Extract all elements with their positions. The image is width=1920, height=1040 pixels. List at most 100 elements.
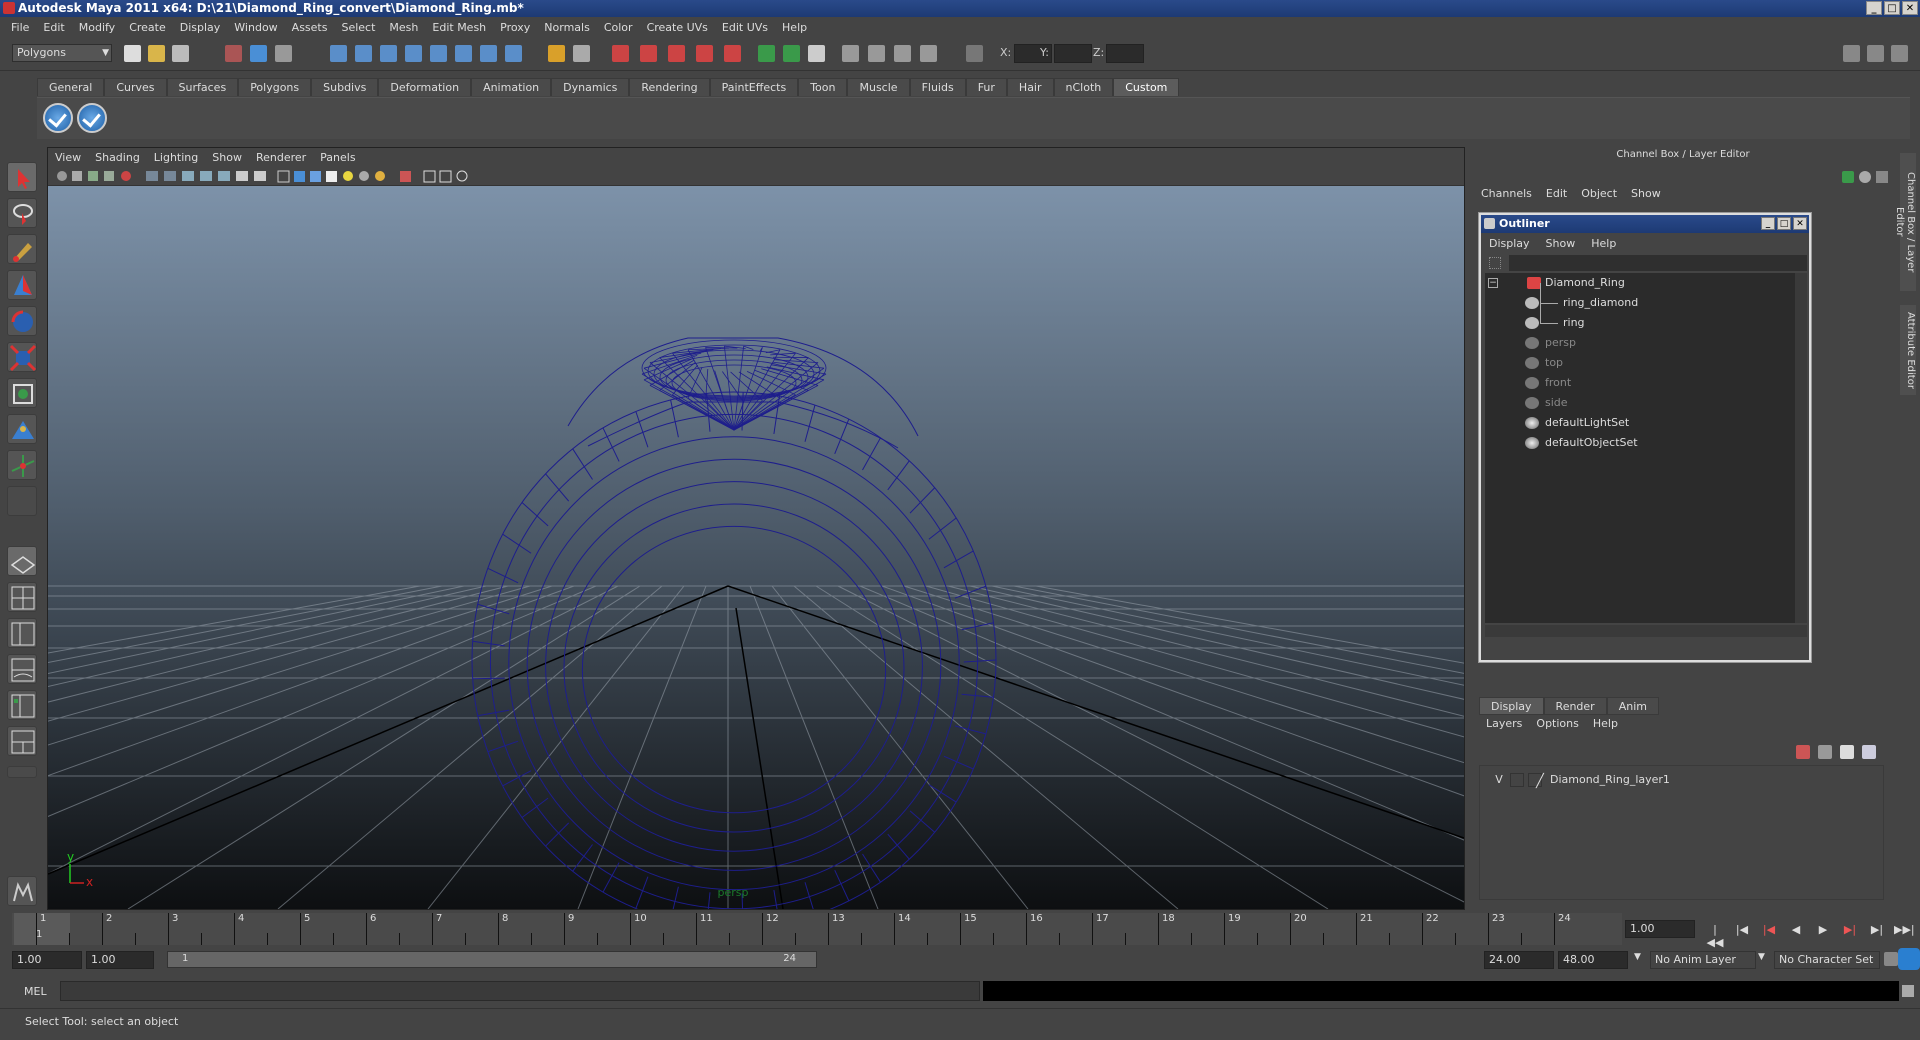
mel-label[interactable]: MEL xyxy=(24,985,47,998)
chevron-down-icon[interactable]: ▼ xyxy=(1634,952,1641,962)
snap-grid-icon[interactable] xyxy=(355,45,372,62)
shelf-tab-surfaces[interactable]: Surfaces xyxy=(166,78,239,96)
step-back-icon[interactable]: |◀ xyxy=(1732,923,1752,937)
menu-set-dropdown[interactable]: Polygons ▼ xyxy=(12,44,112,62)
outliner-row-default-object-set[interactable]: defaultObjectSet xyxy=(1485,433,1795,453)
bookmarks-icon[interactable] xyxy=(88,171,98,181)
transform-mode-icon[interactable] xyxy=(966,45,983,62)
xray-joints-icon[interactable] xyxy=(439,170,452,183)
expand-collapse-icon[interactable]: − xyxy=(1488,278,1498,288)
channels-menu[interactable]: Channels xyxy=(1474,187,1539,200)
mel-input[interactable] xyxy=(60,981,980,1001)
shelf-tab-custom[interactable]: Custom xyxy=(1113,78,1180,96)
shelf-tab-curves[interactable]: Curves xyxy=(104,78,167,96)
textured-icon[interactable] xyxy=(326,171,337,182)
shadows-icon[interactable] xyxy=(375,171,385,181)
menu-display[interactable]: Display xyxy=(173,21,228,34)
image-plane-icon[interactable] xyxy=(104,171,114,181)
shelf-tab-fluids[interactable]: Fluids xyxy=(909,78,966,96)
layer-tab-anim[interactable]: Anim xyxy=(1606,697,1659,715)
current-time-field[interactable]: 1.00 xyxy=(1625,920,1695,938)
layout-hypergraph-persp-icon[interactable] xyxy=(7,690,37,720)
menu-proxy[interactable]: Proxy xyxy=(493,21,537,34)
outliner-row-front[interactable]: front xyxy=(1485,373,1795,393)
new-layer-icon[interactable] xyxy=(1840,745,1854,759)
layout-outliner-persp-icon[interactable] xyxy=(7,618,37,648)
shelf-tab-animation[interactable]: Animation xyxy=(471,78,552,96)
play-backwards-icon[interactable]: ◀ xyxy=(1786,923,1806,937)
z-field[interactable] xyxy=(1106,44,1144,63)
shelf-tab-ncloth[interactable]: nCloth xyxy=(1053,78,1114,96)
help-bubble-icon[interactable] xyxy=(1898,948,1920,970)
snap-point-icon[interactable] xyxy=(405,45,422,62)
sidebar-toggle-icon[interactable] xyxy=(808,45,825,62)
hypershade-icon[interactable] xyxy=(724,45,741,62)
viewport-menu-shading[interactable]: Shading xyxy=(88,151,147,164)
show-tool-settings-icon[interactable] xyxy=(1867,45,1884,62)
close-button[interactable]: ✕ xyxy=(1902,1,1918,15)
shelf-check-icon-2[interactable] xyxy=(77,103,107,133)
viewport-menu-lighting[interactable]: Lighting xyxy=(147,151,205,164)
side-tab-channel-box[interactable]: Channel Box / Layer Editor xyxy=(1894,153,1916,291)
panel-layout-2-icon[interactable] xyxy=(868,45,885,62)
render-settings-icon[interactable] xyxy=(696,45,713,62)
maya-logo-icon[interactable] xyxy=(7,876,37,906)
shelf-tab-painteffects[interactable]: PaintEffects xyxy=(709,78,799,96)
all-lights-icon[interactable] xyxy=(359,171,369,181)
move-tool-icon[interactable] xyxy=(7,270,37,300)
channel-object-menu[interactable]: Object xyxy=(1574,187,1624,200)
menu-help[interactable]: Help xyxy=(775,21,814,34)
shelf-check-icon-1[interactable] xyxy=(43,103,73,133)
maximize-button[interactable]: □ xyxy=(1884,1,1900,15)
script-editor-icon[interactable] xyxy=(1902,985,1914,997)
layer-help-menu[interactable]: Help xyxy=(1586,717,1625,730)
range-slider[interactable]: 1 24 xyxy=(167,951,817,968)
go-to-start-icon[interactable]: |◀◀ xyxy=(1705,923,1725,949)
outliner-row-top[interactable]: top xyxy=(1485,353,1795,373)
layer-visibility-toggle[interactable]: V xyxy=(1490,770,1508,790)
resolution-gate-icon[interactable] xyxy=(182,171,194,181)
menu-assets[interactable]: Assets xyxy=(285,21,335,34)
layout-graph-persp-icon[interactable] xyxy=(7,654,37,684)
outliner-filter-icon[interactable] xyxy=(1489,257,1501,269)
layer-options-menu[interactable]: Options xyxy=(1529,717,1585,730)
menu-select[interactable]: Select xyxy=(334,21,382,34)
shelf-tab-dynamics[interactable]: Dynamics xyxy=(551,78,630,96)
character-set-dropdown[interactable]: No Character Set xyxy=(1774,951,1880,969)
layer-type-toggle[interactable] xyxy=(1510,773,1524,787)
panel-layout-3-icon[interactable] xyxy=(894,45,911,62)
move-layer-up-icon[interactable] xyxy=(1796,745,1810,759)
layout-persp-graph-hypergraph-icon[interactable] xyxy=(7,726,37,756)
safe-title-icon[interactable] xyxy=(254,171,266,181)
channel-box-list-icon[interactable] xyxy=(1842,171,1854,183)
outliner-menu-display[interactable]: Display xyxy=(1481,237,1538,250)
help-icon[interactable] xyxy=(505,45,522,62)
outliner-row-default-light-set[interactable]: defaultLightSet xyxy=(1485,413,1795,433)
shelf-tab-fur[interactable]: Fur xyxy=(965,78,1007,96)
shelf-tab-toon[interactable]: Toon xyxy=(798,78,848,96)
menu-edit-mesh[interactable]: Edit Mesh xyxy=(425,21,493,34)
xray-components-icon[interactable] xyxy=(456,170,468,182)
viewport-menu-renderer[interactable]: Renderer xyxy=(249,151,313,164)
layout-four-icon[interactable] xyxy=(7,582,37,612)
film-gate-icon[interactable] xyxy=(164,171,176,181)
outliner-row-side[interactable]: side xyxy=(1485,393,1795,413)
menu-create[interactable]: Create xyxy=(122,21,173,34)
time-slider[interactable]: 1 1 2 3 4 5 6 7 8 9 10 11 12 13 14 15 16 17 18 19 20 21 22 23 2… xyxy=(12,913,1622,945)
universal-manipulator-icon[interactable] xyxy=(7,378,37,408)
new-layer-selected-icon[interactable] xyxy=(1862,745,1876,759)
ipr-render-icon[interactable] xyxy=(668,45,685,62)
history-icon[interactable] xyxy=(480,45,497,62)
layout-single-icon[interactable] xyxy=(7,546,37,576)
shelf-tab-deformation[interactable]: Deformation xyxy=(378,78,472,96)
anim-layer-dropdown[interactable]: No Anim Layer xyxy=(1650,951,1756,969)
outliner-menu-show[interactable]: Show xyxy=(1538,237,1584,250)
construction-history-icon[interactable] xyxy=(573,45,590,62)
channel-box-settings-icon[interactable] xyxy=(1876,171,1888,183)
step-forward-icon[interactable]: ▶| xyxy=(1867,923,1887,937)
playback-end-field[interactable]: 24.00 xyxy=(1484,951,1554,969)
auto-key-icon[interactable] xyxy=(1884,952,1898,966)
outliner-filter-field[interactable] xyxy=(1509,255,1807,271)
show-manipulator-icon[interactable] xyxy=(7,450,37,480)
playback-start-field[interactable]: 1.00 xyxy=(86,951,154,969)
